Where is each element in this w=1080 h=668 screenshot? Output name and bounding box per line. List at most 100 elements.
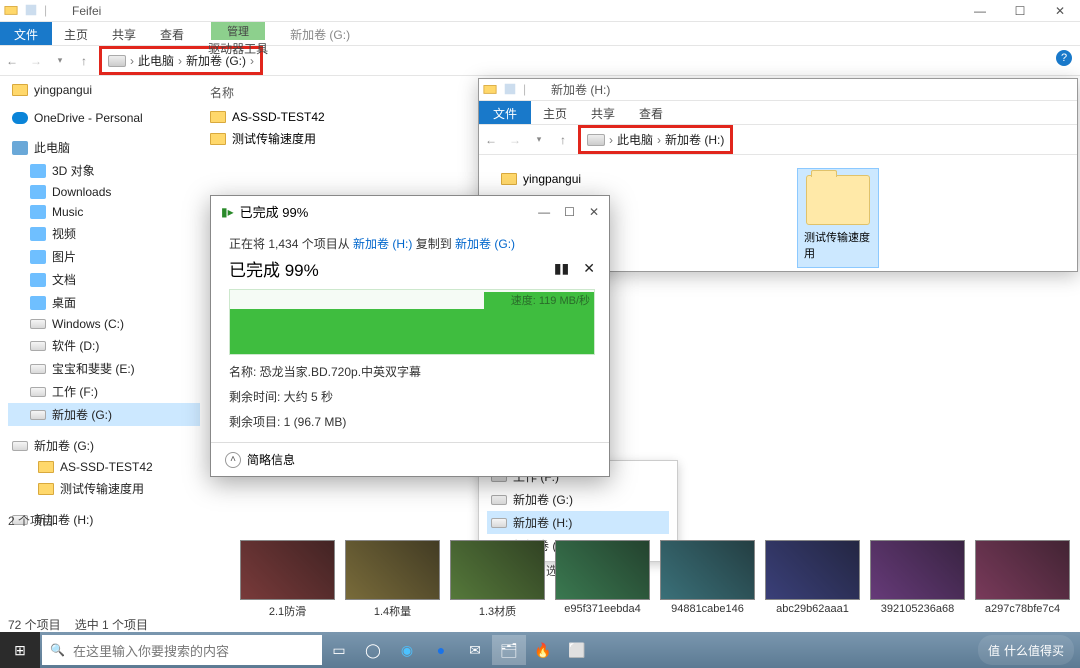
- tab-view[interactable]: 查看: [148, 22, 196, 45]
- tree-item[interactable]: 文档: [8, 268, 200, 291]
- tree-item-label: 新加卷 (G:): [34, 437, 94, 454]
- tree-item[interactable]: 此电脑: [8, 136, 200, 159]
- address-bar[interactable]: › 此电脑 › 新加卷 (H:): [581, 128, 730, 151]
- dialog-title: 已完成 99%: [240, 202, 309, 221]
- tree-item[interactable]: Music: [8, 202, 200, 222]
- explorer-icon[interactable]: 🗂: [492, 635, 526, 665]
- edge-icon[interactable]: ◉: [390, 635, 424, 665]
- source-link[interactable]: 新加卷 (H:): [353, 237, 412, 251]
- chevron-right-icon[interactable]: ›: [130, 54, 134, 68]
- thumbnail-item[interactable]: 94881cabe146: [660, 540, 755, 619]
- tree-item[interactable]: 宝宝和斐斐 (E:): [8, 357, 200, 380]
- list-item[interactable]: AS-SSD-TEST42: [210, 107, 325, 127]
- up-button[interactable]: ↑: [72, 54, 96, 68]
- maximize-button[interactable]: ☐: [1000, 0, 1040, 22]
- tree-item[interactable]: AS-SSD-TEST42: [8, 457, 200, 477]
- breadcrumb-part[interactable]: 新加卷 (H:): [665, 131, 724, 148]
- chevron-right-icon[interactable]: ›: [657, 133, 661, 147]
- tree-item[interactable]: 视频: [8, 222, 200, 245]
- tree-item[interactable]: yingpangui: [501, 169, 581, 189]
- thumbnail-image: [345, 540, 440, 600]
- thumbnail-item[interactable]: a297c78bfe7c4: [975, 540, 1070, 619]
- tab-view[interactable]: 查看: [627, 101, 675, 124]
- details-toggle[interactable]: 简略信息: [247, 451, 295, 468]
- folder-item[interactable]: 测试传输速度用: [798, 169, 878, 267]
- back-button[interactable]: ←: [0, 54, 24, 68]
- pc-icon: [12, 141, 28, 155]
- tree-item[interactable]: 桌面: [8, 291, 200, 314]
- thumbnail-image: [870, 540, 965, 600]
- thumbnail-item[interactable]: 2.1防滑: [240, 540, 335, 619]
- up-button[interactable]: ↑: [551, 133, 575, 147]
- speed-label: 速度: 119 MB/秒: [511, 292, 590, 308]
- tree-item-label: AS-SSD-TEST42: [60, 460, 153, 474]
- thumbnail-item[interactable]: abc29b62aaa1: [765, 540, 860, 619]
- tree-item[interactable]: 图片: [8, 245, 200, 268]
- tree-item-label: 宝宝和斐斐 (E:): [52, 360, 135, 377]
- thumbnail-item[interactable]: 392105236a68: [870, 540, 965, 619]
- cancel-button[interactable]: ✕: [583, 260, 595, 277]
- qat-icon[interactable]: [503, 82, 519, 98]
- close-button[interactable]: ✕: [1040, 0, 1080, 22]
- start-button[interactable]: ⊞: [0, 632, 40, 668]
- tree-item[interactable]: 测试传输速度用: [8, 477, 200, 500]
- navigation-tree[interactable]: yingpangui OneDrive - Personal 此电脑3D 对象Dow…: [0, 76, 200, 544]
- tree-item[interactable]: OneDrive - Personal: [8, 108, 200, 128]
- thumbnail-item[interactable]: 1.3材质: [450, 540, 545, 619]
- tree-item[interactable]: Downloads: [8, 182, 200, 202]
- dest-link[interactable]: 新加卷 (G:): [455, 237, 515, 251]
- search-input[interactable]: 🔍 在这里输入你要搜索的内容: [42, 635, 322, 665]
- qat-icon[interactable]: [24, 3, 40, 19]
- tree-item-label: 新加卷 (G:): [513, 491, 573, 508]
- chevron-right-icon[interactable]: ›: [178, 54, 182, 68]
- task-view-icon[interactable]: ▭: [322, 635, 356, 665]
- back-button[interactable]: ←: [479, 133, 503, 147]
- app-icon[interactable]: ⬜: [560, 635, 594, 665]
- tree-item[interactable]: 新加卷 (H:): [487, 511, 669, 534]
- tree-item[interactable]: Windows (C:): [8, 314, 200, 334]
- recent-dropdown[interactable]: ▾: [48, 55, 72, 66]
- tree-item[interactable]: 新加卷 (G:): [8, 434, 200, 457]
- tree-item[interactable]: yingpangui: [8, 80, 200, 100]
- tree-item[interactable]: 软件 (D:): [8, 334, 200, 357]
- file-tab[interactable]: 文件: [0, 22, 52, 45]
- minimize-button[interactable]: —: [538, 205, 550, 219]
- thumbnail-row: 2.1防滑1.4称量1.3材质e95f371eebda494881cabe146…: [240, 540, 1070, 619]
- tab-home[interactable]: 主页: [531, 101, 579, 124]
- breadcrumb-part[interactable]: 此电脑: [617, 131, 653, 148]
- forward-button[interactable]: →: [503, 133, 527, 147]
- chevron-up-icon[interactable]: ˄: [225, 452, 241, 468]
- tab-share[interactable]: 共享: [100, 22, 148, 45]
- file-tab[interactable]: 文件: [479, 101, 531, 124]
- drive-icon: [587, 134, 605, 146]
- pause-button[interactable]: ▮▮: [554, 260, 569, 277]
- browser-icon[interactable]: ●: [424, 635, 458, 665]
- thumbnail-item[interactable]: e95f371eebda4: [555, 540, 650, 619]
- thumbnail-image: [555, 540, 650, 600]
- cortana-icon[interactable]: ◯: [356, 635, 390, 665]
- recent-dropdown[interactable]: ▾: [527, 134, 551, 145]
- tree-item[interactable]: 3D 对象: [8, 159, 200, 182]
- close-button[interactable]: ✕: [589, 205, 599, 219]
- tree-item[interactable]: 新加卷 (G:): [487, 488, 669, 511]
- thumbnail-item[interactable]: 1.4称量: [345, 540, 440, 619]
- tab-drive-tools[interactable]: 驱动器工具: [196, 40, 280, 61]
- tree-item[interactable]: 工作 (F:): [8, 380, 200, 403]
- tree-item[interactable]: 新加卷 (G:): [8, 403, 200, 426]
- list-item[interactable]: 测试传输速度用: [210, 127, 325, 150]
- chevron-right-icon[interactable]: ›: [609, 133, 613, 147]
- drive-icon: [108, 55, 126, 67]
- breadcrumb-part[interactable]: 此电脑: [138, 52, 174, 69]
- tab-share[interactable]: 共享: [579, 101, 627, 124]
- minimize-button[interactable]: —: [960, 0, 1000, 22]
- system-folder-icon: [30, 296, 46, 310]
- tab-home[interactable]: 主页: [52, 22, 100, 45]
- app-icon[interactable]: 🔥: [526, 635, 560, 665]
- drive-icon: [30, 364, 46, 374]
- mail-icon[interactable]: ✉: [458, 635, 492, 665]
- column-header-name[interactable]: 名称: [210, 84, 325, 107]
- maximize-button[interactable]: ☐: [564, 205, 575, 219]
- thumbnail-image: [240, 540, 335, 600]
- help-icon[interactable]: ?: [1056, 50, 1072, 66]
- forward-button[interactable]: →: [24, 54, 48, 68]
